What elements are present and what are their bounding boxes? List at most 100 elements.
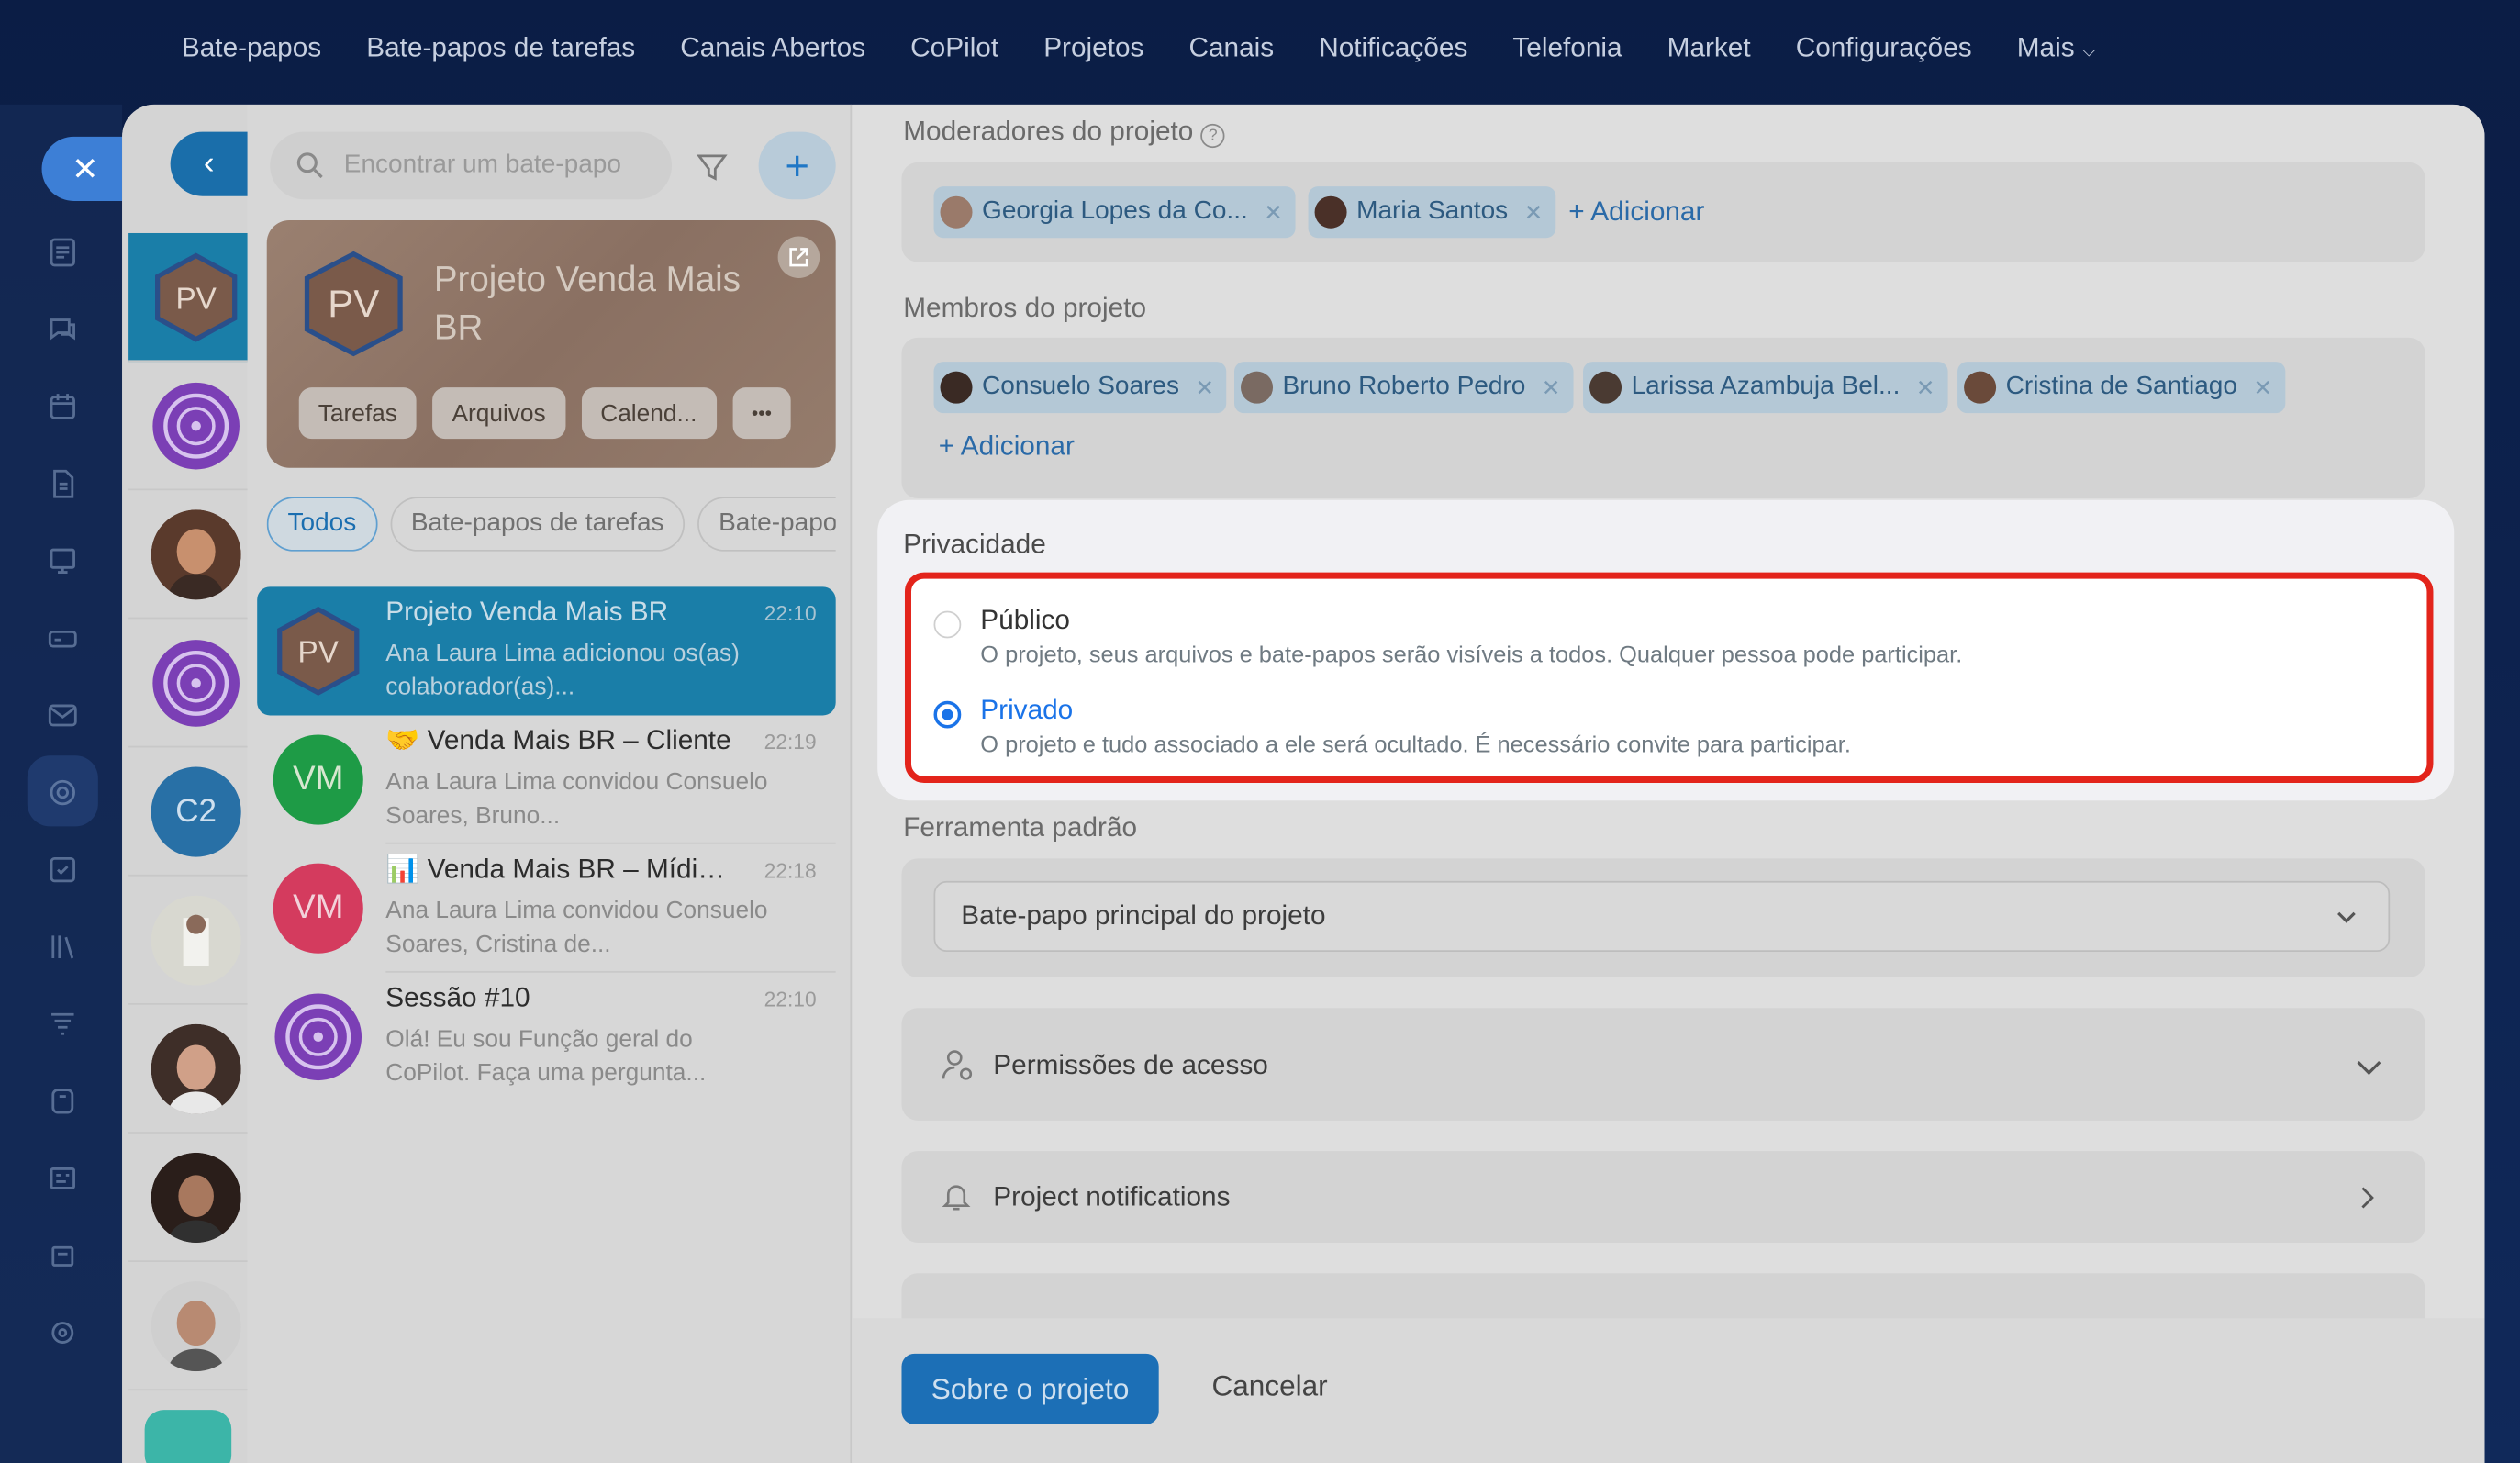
store-icon[interactable] — [45, 1084, 81, 1120]
recent-chat-copilot[interactable] — [128, 362, 248, 491]
recent-chat-person[interactable] — [128, 490, 248, 620]
recent-chat-copilot-2[interactable] — [128, 619, 248, 748]
chat-list-panel: Encontrar um bate-papo + PV Projeto Vend… — [247, 104, 853, 1463]
chat-time: 22:19 — [764, 730, 817, 754]
filter-all[interactable]: Todos — [266, 497, 378, 552]
nav-copilot[interactable]: CoPilot — [910, 32, 998, 74]
calendar-icon[interactable] — [45, 389, 81, 425]
board-icon[interactable] — [45, 543, 81, 579]
nav-settings[interactable]: Configurações — [1796, 32, 1972, 74]
chat-preview: Ana Laura Lima adicionou os(as) colabora… — [385, 640, 740, 701]
member-tag[interactable]: Cristina de Santiago ✕ — [1957, 362, 2286, 414]
workflow-icon[interactable] — [45, 1161, 81, 1197]
tasks-icon[interactable] — [45, 852, 81, 888]
search-input[interactable]: Encontrar um bate-papo — [270, 131, 673, 200]
member-tag[interactable]: Larissa Azambuja Bel... ✕ — [1583, 362, 1948, 414]
add-member-link[interactable]: + Adicionar — [939, 430, 1075, 463]
remove-icon[interactable]: ✕ — [1916, 374, 1935, 401]
user-settings-icon — [942, 1050, 973, 1080]
recent-chat-person-5[interactable] — [128, 1262, 248, 1391]
chat-item[interactable]: VM 📊 Venda Mais BR – Mídia ... 22:18 Ana… — [257, 844, 836, 973]
nav-telephony[interactable]: Telefonia — [1512, 32, 1622, 74]
nav-channels[interactable]: Canais — [1188, 32, 1274, 74]
filter-chats[interactable]: Bate-papos — [697, 497, 836, 552]
more-button[interactable]: ••• — [731, 387, 792, 440]
avatar — [151, 509, 241, 600]
remove-icon[interactable]: ✕ — [2253, 374, 2272, 401]
member-tag[interactable]: Consuelo Soares ✕ — [933, 362, 1228, 414]
moderator-tag[interactable]: Georgia Lopes da Co... ✕ — [933, 186, 1296, 239]
chat-item[interactable]: Sessão #10 22:10 Olá! Eu sou Função gera… — [257, 973, 835, 1101]
avatar — [151, 1281, 241, 1372]
open-external-icon[interactable] — [777, 236, 820, 279]
chat-icon[interactable] — [45, 312, 81, 348]
mail-icon[interactable] — [45, 698, 81, 733]
option-title: Público — [980, 604, 1070, 635]
nav-notifications[interactable]: Notificações — [1319, 32, 1467, 74]
new-chat-button[interactable]: + — [758, 131, 836, 200]
privacy-label: Privacidade — [903, 529, 1046, 560]
settings-icon[interactable] — [45, 1315, 81, 1351]
nav-task-chats[interactable]: Bate-papos de tarefas — [366, 32, 635, 74]
project-notifications-row[interactable]: Project notifications — [901, 1151, 2425, 1243]
recent-chat-c2[interactable]: C2 — [128, 747, 248, 877]
remove-icon[interactable]: ✕ — [1524, 198, 1544, 226]
option-title: Privado — [980, 694, 1074, 725]
recent-chat-person-2[interactable] — [128, 877, 248, 1005]
cancel-button[interactable]: Cancelar — [1211, 1369, 1327, 1403]
nav-market[interactable]: Market — [1667, 32, 1751, 74]
avatar — [1241, 371, 1274, 404]
chat-item[interactable]: PV Projeto Venda Mais BR 22:10 Ana Laura… — [257, 586, 836, 716]
chat-title: Sessão #10 — [385, 982, 530, 1013]
privacy-section: Privacidade Público O projeto, seus arqu… — [877, 499, 2455, 801]
files-button[interactable]: Arquivos — [432, 387, 565, 440]
top-navigation: Bate-papos Bate-papos de tarefas Canais … — [182, 32, 2096, 74]
tasks-button[interactable]: Tarefas — [298, 387, 417, 440]
remove-icon[interactable]: ✕ — [1264, 198, 1283, 226]
collapse-button[interactable]: ‹ — [170, 131, 248, 196]
chat-time: 22:10 — [764, 987, 817, 1011]
access-permissions-row[interactable]: Permissões de acesso — [901, 1008, 2425, 1121]
member-tag[interactable]: Bruno Roberto Pedro ✕ — [1233, 362, 1574, 414]
calendar-button[interactable]: Calend... — [581, 387, 717, 440]
archive-icon[interactable] — [45, 1238, 81, 1274]
default-tool-value: Bate-papo principal do projeto — [961, 899, 1326, 932]
recent-chat-project[interactable]: PV — [128, 232, 248, 363]
chat-preview: Ana Laura Lima convidou Consuelo Soares,… — [385, 768, 768, 830]
remove-icon[interactable]: ✕ — [1542, 374, 1561, 401]
filter-icon[interactable] — [695, 150, 730, 185]
nav-projects[interactable]: Projetos — [1043, 32, 1143, 74]
recent-chat-person-4[interactable] — [128, 1134, 248, 1263]
avatar — [151, 895, 241, 986]
privacy-options-highlight: Público O projeto, seus arquivos e bate-… — [904, 572, 2434, 784]
recent-chat-person-3[interactable] — [128, 1005, 248, 1134]
close-slider-button[interactable]: ✕ — [41, 136, 123, 201]
messenger-app-icon[interactable] — [144, 1410, 232, 1463]
groups-icon[interactable] — [45, 775, 81, 810]
footer-bar: Sobre o projeto Cancelar — [853, 1318, 2485, 1463]
moderator-tag[interactable]: Maria Santos ✕ — [1308, 186, 1556, 239]
radio-private[interactable] — [933, 700, 962, 729]
help-icon[interactable]: ? — [1200, 123, 1225, 149]
avatar — [1314, 195, 1347, 229]
filter-task-chats[interactable]: Bate-papos de tarefas — [390, 497, 686, 552]
chat-title: Projeto Venda Mais BR — [385, 596, 669, 628]
nav-open-channels[interactable]: Canais Abertos — [680, 32, 865, 74]
about-project-button[interactable]: Sobre o projeto — [901, 1353, 1159, 1424]
nav-more[interactable]: Mais ⌵ — [2017, 32, 2096, 74]
radio-public[interactable] — [933, 610, 962, 639]
chat-item[interactable]: VM 🤝 Venda Mais BR – Cliente 22:19 Ana L… — [257, 715, 836, 844]
library-icon[interactable] — [45, 929, 81, 965]
funnel-icon[interactable] — [45, 1007, 81, 1043]
access-label: Permissões de acesso — [993, 1049, 1268, 1081]
remove-icon[interactable]: ✕ — [1196, 374, 1215, 401]
document-icon[interactable] — [45, 466, 81, 502]
nav-chats[interactable]: Bate-papos — [182, 32, 321, 74]
default-tool-label: Ferramenta padrão — [903, 811, 1138, 843]
copilot-icon — [152, 640, 240, 727]
feed-icon[interactable] — [45, 235, 81, 271]
add-moderator-link[interactable]: + Adicionar — [1568, 196, 1704, 229]
drive-icon[interactable] — [45, 620, 81, 656]
default-tool-select[interactable]: Bate-papo principal do projeto — [933, 880, 2391, 952]
close-icon: ✕ — [72, 151, 99, 188]
